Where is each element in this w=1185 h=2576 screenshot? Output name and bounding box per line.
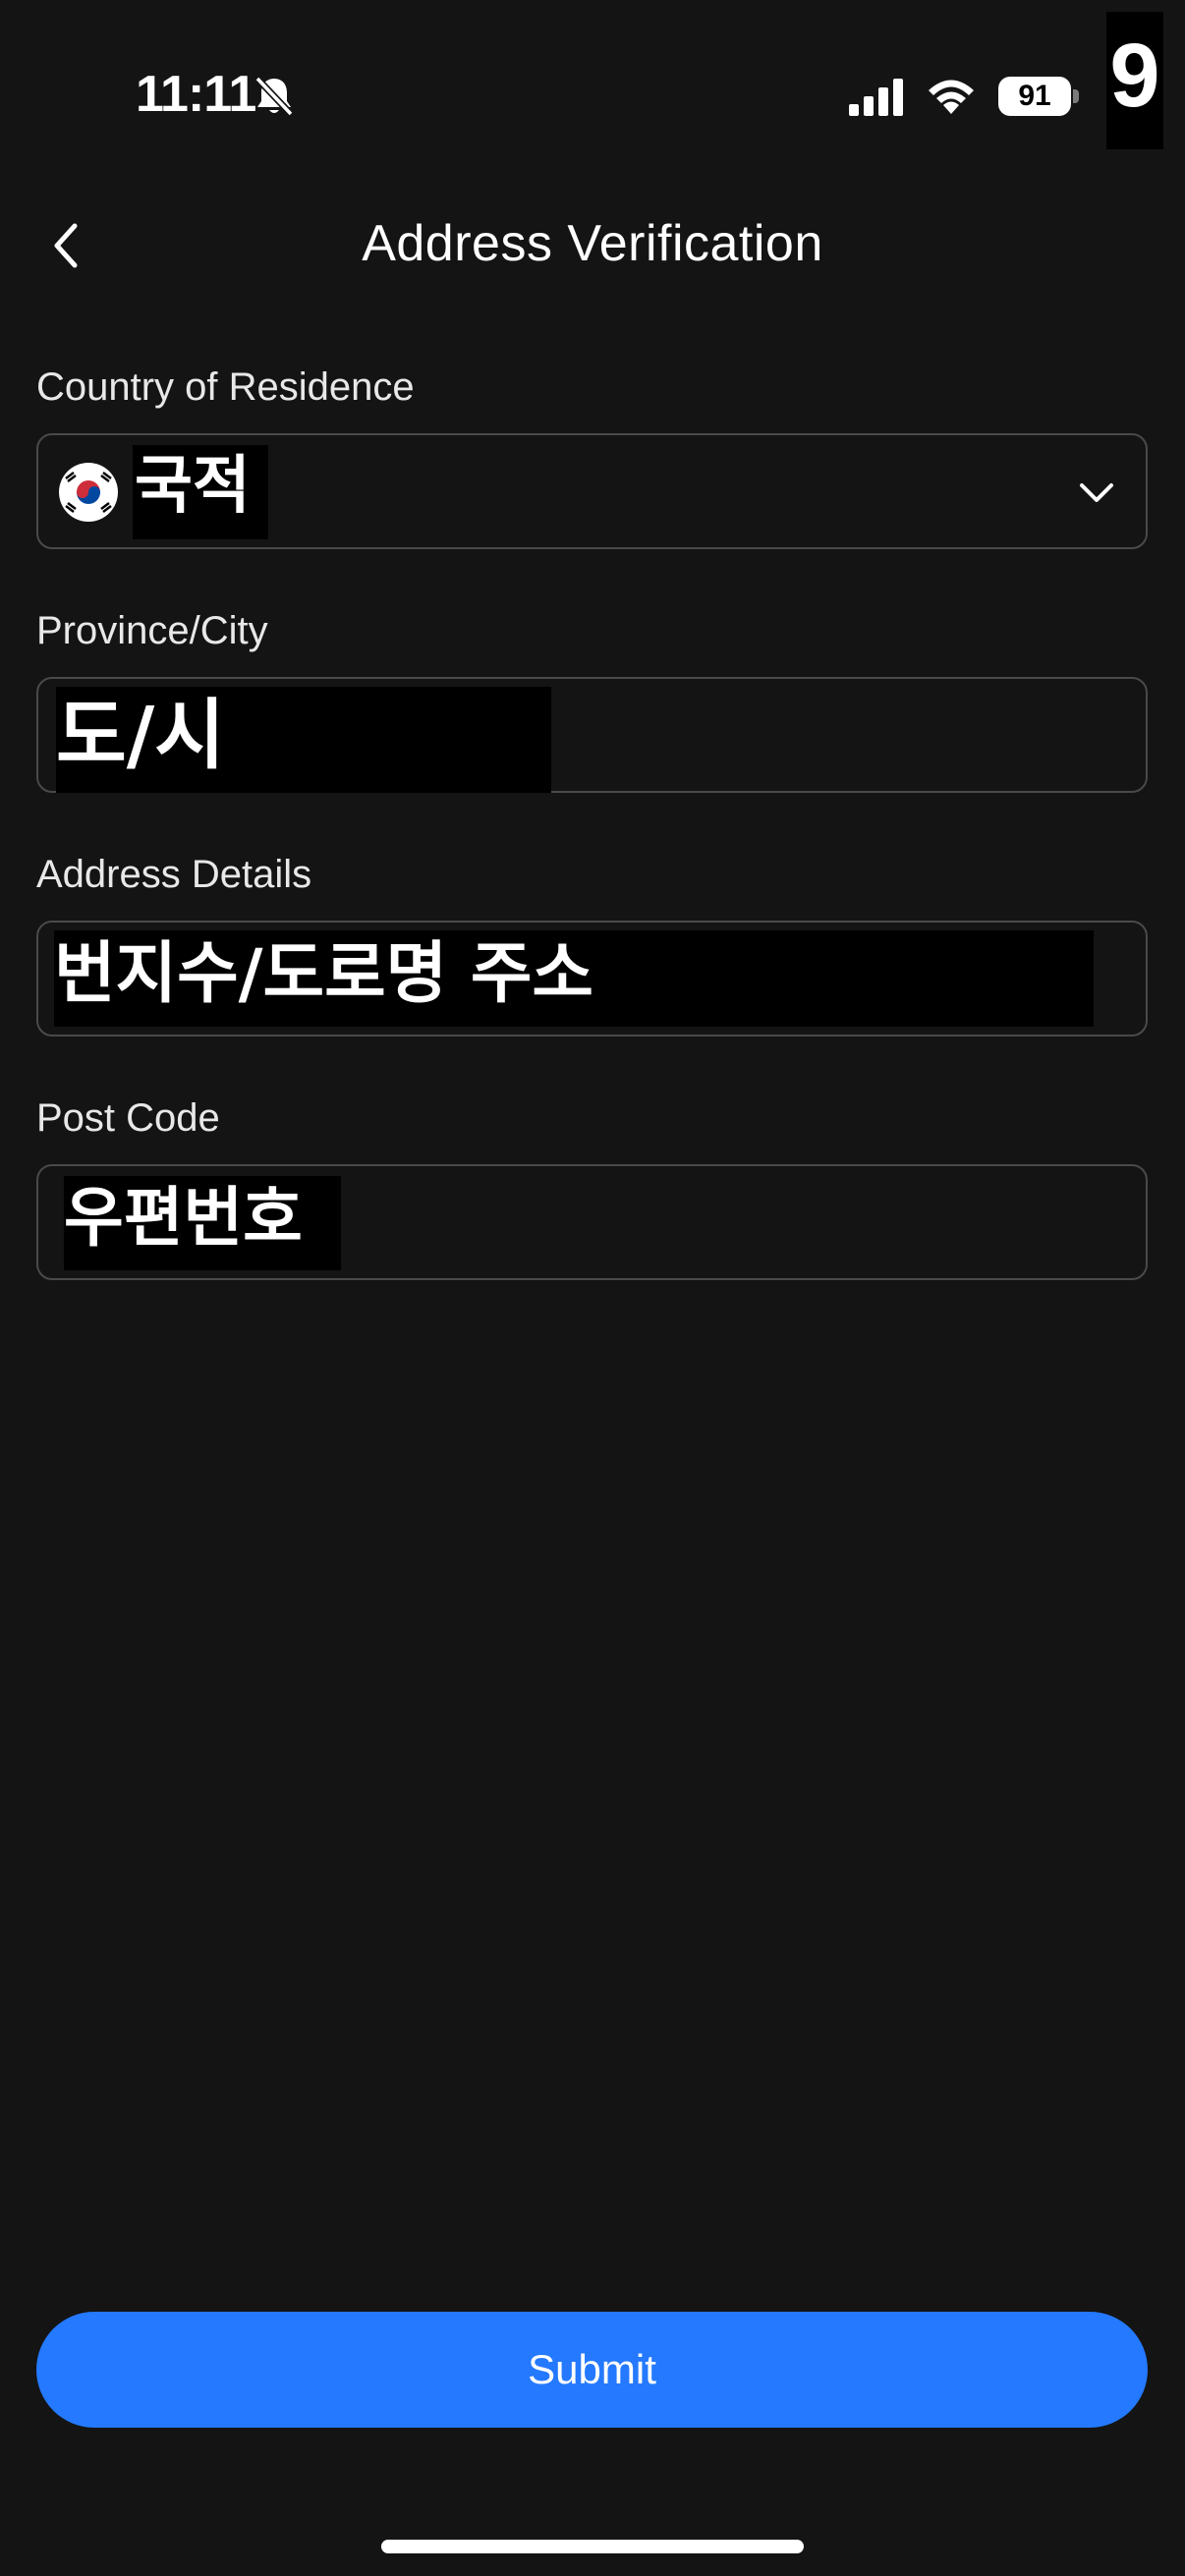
bell-muted-icon [254,76,294,117]
country-value: 국적 [133,445,268,539]
post-code-label: Post Code [36,1096,220,1140]
corner-badge: 9 [1106,12,1163,149]
status-time: 11:11 [136,66,256,123]
post-code-value: 우편번호 [64,1176,341,1270]
cellular-signal-icon [849,79,903,116]
address-input[interactable]: 번지수/도로명 주소 [36,921,1148,1036]
submit-button[interactable]: Submit [36,2312,1148,2428]
status-bar: 11:11 91 9 [0,0,1185,149]
battery-indicator: 91 [998,77,1079,116]
home-indicator[interactable] [381,2540,804,2553]
province-value: 도/시 [56,687,551,793]
south-korea-flag-icon [59,463,118,522]
province-input[interactable]: 도/시 [36,677,1148,793]
battery-cap [1073,89,1079,103]
address-value: 번지수/도로명 주소 [54,930,1094,1027]
wifi-icon [929,80,974,114]
province-label: Province/City [36,609,268,652]
country-label: Country of Residence [36,365,415,409]
page-title: Address Verification [362,215,823,272]
post-code-input[interactable]: 우편번호 [36,1164,1148,1280]
country-select[interactable]: 국적 [36,433,1148,549]
address-label: Address Details [36,853,312,896]
battery-level: 91 [998,77,1071,116]
address-verification-screen: 11:11 91 9 Address Verification Country … [0,0,1185,2576]
chevron-down-icon [1080,483,1113,502]
